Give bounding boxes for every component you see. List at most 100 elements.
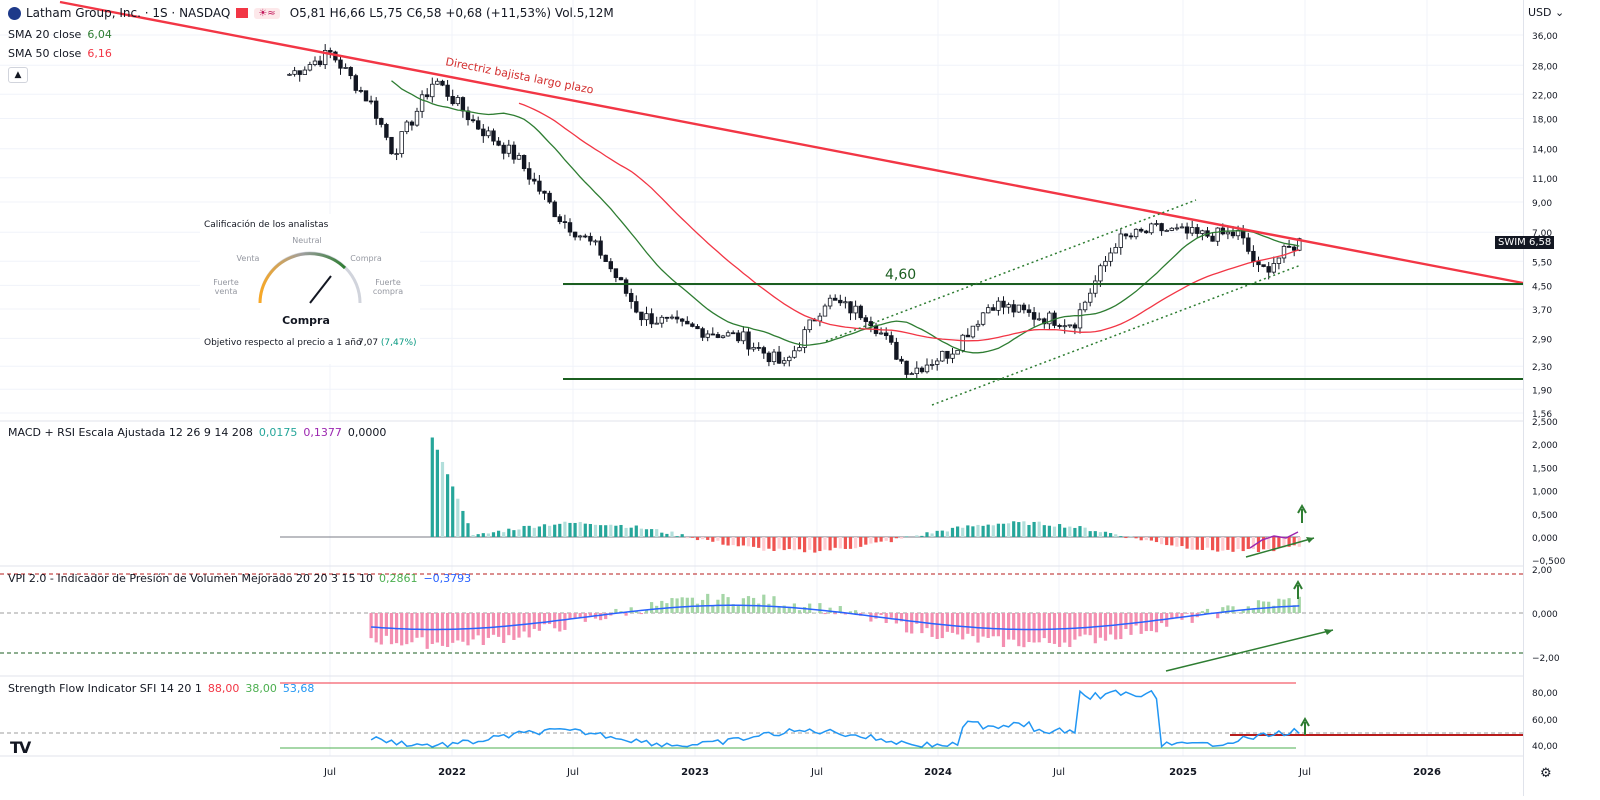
- candle-body: [711, 334, 715, 335]
- macd-bar: [803, 537, 806, 552]
- candle-body: [900, 359, 904, 361]
- candle-body: [833, 298, 837, 300]
- time-tick-label: 2024: [924, 767, 952, 778]
- candle-body: [1134, 229, 1138, 236]
- vpi-divergence-arrow[interactable]: [1166, 630, 1333, 671]
- candle-body: [762, 348, 766, 354]
- macd-bar: [1109, 533, 1112, 537]
- vpi-bar: [624, 613, 627, 616]
- macd-tick-label: 2,000: [1532, 441, 1558, 451]
- candle-body: [1012, 305, 1016, 312]
- channel-upper-line[interactable]: [826, 200, 1196, 341]
- macd-bar: [1134, 537, 1137, 538]
- macd-bar: [599, 525, 602, 537]
- macd-histogram: [431, 438, 1301, 553]
- macd-bar: [1089, 531, 1092, 537]
- weather-badge[interactable]: ☀≈: [254, 8, 279, 19]
- macd-bar: [864, 537, 867, 545]
- sfi-legend[interactable]: Strength Flow Indicator SFI 14 20 188,00…: [8, 682, 320, 695]
- candle-body: [864, 318, 868, 322]
- tradingview-logo-icon[interactable]: TV: [10, 738, 29, 757]
- vpi-bar: [1012, 613, 1015, 640]
- macd-bar: [1119, 536, 1122, 537]
- candle-body: [1073, 325, 1077, 328]
- macd-bar: [512, 530, 515, 537]
- rating-result: Compra: [270, 314, 342, 327]
- candle-body: [532, 179, 536, 181]
- price-tick-label: 2,90: [1532, 335, 1552, 345]
- chart-canvas[interactable]: Directriz bajista largo plazo 4,60 Jul20…: [0, 0, 1600, 796]
- candle-body: [640, 312, 644, 320]
- sma50-legend[interactable]: SMA 50 close6,16: [8, 47, 118, 60]
- macd-bar: [930, 533, 933, 537]
- candle-body: [318, 61, 322, 65]
- price-axis[interactable]: 36,0028,0022,0018,0014,0011,009,007,005,…: [1523, 0, 1600, 796]
- macd-tick-label: 0,000: [1532, 534, 1558, 544]
- symbol-title[interactable]: Latham Group, Inc. · 1S · NASDAQ: [26, 6, 230, 20]
- vpi-bar: [670, 598, 673, 613]
- macd-bar: [1038, 522, 1041, 537]
- candle-body: [517, 155, 521, 159]
- macd-bar: [492, 532, 495, 537]
- sma20-legend[interactable]: SMA 20 close6,04: [8, 28, 118, 41]
- time-axis[interactable]: Jul2022Jul2023Jul2024Jul2025Jul2026: [0, 756, 1523, 778]
- macd-bar: [992, 525, 995, 537]
- vpi-bar: [599, 613, 602, 620]
- analyst-rating-widget[interactable]: Calificación de los analistas Neutral Ve…: [200, 214, 420, 364]
- macd-bar: [1277, 537, 1280, 547]
- macd-bar: [1247, 537, 1250, 549]
- candle-body: [1257, 262, 1261, 265]
- candle-body: [844, 302, 848, 303]
- macd-bar: [502, 532, 505, 537]
- vpi-bar: [818, 603, 821, 613]
- symbol-header[interactable]: Latham Group, Inc. · 1S · NASDAQ ☀≈ O5,8…: [8, 6, 614, 20]
- macd-bar: [1094, 531, 1097, 537]
- candle-body: [354, 76, 358, 91]
- macd-bar: [1155, 537, 1158, 542]
- vpi-bar: [1287, 598, 1290, 613]
- vpi-bar: [1216, 613, 1219, 618]
- candle-body: [374, 101, 378, 118]
- vpi-bar: [507, 613, 510, 635]
- candle-body: [1124, 234, 1128, 236]
- candle-body: [691, 324, 695, 327]
- vpi-bar: [997, 613, 1000, 636]
- macd-bar: [1191, 537, 1194, 550]
- candle-body: [997, 301, 1001, 310]
- candle-body: [1002, 301, 1006, 307]
- candle-body: [1037, 319, 1041, 320]
- vpi-bar: [706, 594, 709, 613]
- vpi-legend[interactable]: VPI 2.0 - Indicador de Presión de Volume…: [8, 572, 477, 585]
- candle-body: [1068, 325, 1072, 326]
- price-tick-label: 28,00: [1532, 62, 1558, 72]
- macd-tick-label: 2,500: [1532, 418, 1558, 428]
- candle-body: [1088, 293, 1092, 302]
- collapse-legend-button[interactable]: ▲: [8, 67, 28, 83]
- macd-bar: [1083, 528, 1086, 537]
- gear-icon[interactable]: ⚙: [1540, 766, 1552, 781]
- vpi-bar: [987, 613, 990, 638]
- macd-bar: [1058, 524, 1061, 537]
- vpi-bar: [747, 596, 750, 613]
- company-logo-icon: [8, 7, 21, 20]
- flag-icon[interactable]: [236, 8, 248, 18]
- macd-bar: [732, 537, 735, 545]
- candle-body: [808, 320, 812, 330]
- macd-bar: [742, 537, 745, 545]
- macd-bar: [788, 537, 791, 549]
- candle-body: [680, 319, 684, 321]
- price-tick-label: 22,00: [1532, 91, 1558, 101]
- macd-bar: [579, 522, 582, 537]
- candle-body: [1160, 224, 1164, 231]
- macd-bar: [961, 528, 964, 537]
- macd-bar: [1196, 537, 1199, 550]
- macd-bar: [1129, 536, 1132, 537]
- currency-selector[interactable]: USD ⌄: [1528, 6, 1564, 19]
- channel-lower-line[interactable]: [932, 265, 1301, 405]
- candle-body: [747, 332, 751, 349]
- candle-body: [308, 65, 312, 70]
- macd-bar: [854, 537, 857, 548]
- sfi-line: [371, 690, 1299, 747]
- macd-legend[interactable]: MACD + RSI Escala Ajustada 12 26 9 14 20…: [8, 426, 392, 439]
- candle-body: [599, 241, 603, 255]
